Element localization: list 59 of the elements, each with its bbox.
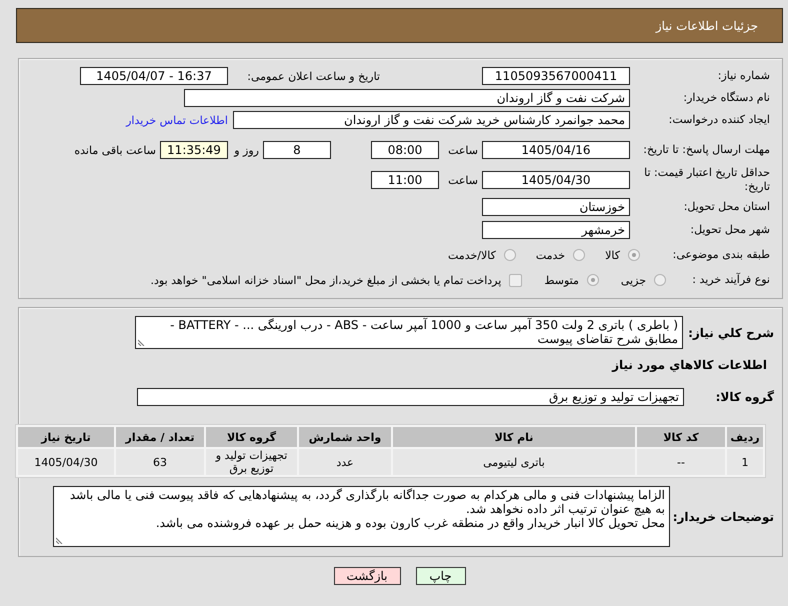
column-header: تاریخ نیاز <box>18 427 114 447</box>
field-label: طبقه بندی موضوعی: <box>672 248 770 262</box>
buyer-name-field[interactable]: شرکت نفت و گاز اروندان <box>184 89 630 107</box>
column-header: تعداد / مقدار <box>116 427 204 447</box>
table-cell: -- <box>637 449 725 475</box>
date-field[interactable]: 1405/04/30 <box>482 171 630 189</box>
column-header: کد کالا <box>637 427 725 447</box>
option-label: خدمت <box>536 248 566 262</box>
province-field[interactable]: خوزستان <box>482 198 630 216</box>
action-button[interactable]: بازگشت <box>334 567 400 585</box>
option-label: جزیی <box>620 274 646 286</box>
field-label: شهر محل تحویل: <box>689 223 770 237</box>
field-label: شرح کلي نیاز: <box>687 326 774 340</box>
field-label: گروه کالا: <box>714 390 774 404</box>
table-cell: تجهیزات تولید و توزیع برق <box>206 449 297 475</box>
requester-field[interactable]: محمد جوانمرد کارشناس خرید شرکت نفت و گاز اروندان <box>233 111 630 129</box>
table-cell: 1 <box>727 449 763 475</box>
need-number-field[interactable]: 1105093567000411 <box>482 67 630 85</box>
field-label: ساعت <box>447 144 478 156</box>
field-label: نام دستگاه خریدار: <box>682 91 770 105</box>
column-header: ردیف <box>727 427 763 447</box>
field-label: ساعت باقی مانده <box>74 144 156 156</box>
option-label: کالا <box>605 248 620 262</box>
days-field[interactable]: 8 <box>263 141 331 159</box>
description-field[interactable]: ( باطری ) باتری 2 ولت 350 آمپر ساعت و 1000 آمپر ساعت - ABS - درب اورینگی ... - BATTERY - مطابق شرح تقاضای پیوست <box>135 316 683 349</box>
goods-group-field[interactable]: تجهیزات تولید و توزیع برق <box>137 388 684 406</box>
time-field[interactable]: 11:00 <box>371 171 439 189</box>
date-field[interactable]: 1405/04/16 <box>482 141 630 159</box>
time-field[interactable]: 08:00 <box>371 141 439 159</box>
column-header: واحد شمارش <box>299 427 391 447</box>
field-label: ایجاد کننده درخواست: <box>668 113 770 127</box>
action-button[interactable]: چاپ <box>416 567 466 585</box>
field-label: مهلت ارسال پاسخ: تا تاریخ: <box>642 143 770 157</box>
field-label: توضیحات خریدار: <box>672 510 774 524</box>
table-cell: باتری لیتیومی <box>393 449 635 475</box>
field-label: نوع فرآیند خرید : <box>691 273 770 287</box>
field-label: روز و <box>232 144 259 156</box>
column-header: نام کالا <box>393 427 635 447</box>
contact-link[interactable]: اطلاعات تماس خریدار <box>126 114 228 126</box>
page-title: جزئیات اطلاعات نیاز <box>656 18 758 32</box>
countdown-field[interactable]: 11:35:49 <box>160 141 228 159</box>
section-title: اطلاعات کالاهاي مورد نیاز <box>612 358 767 372</box>
field-label: استان محل تحویل: <box>682 200 770 214</box>
field-label: حداقل تاریخ اعتبار قیمت: تا تاریخ: <box>643 166 770 194</box>
table-cell: عدد <box>299 449 391 475</box>
resize-grip-icon <box>56 537 63 544</box>
field-label: تاریخ و ساعت اعلان عمومی: <box>246 70 380 82</box>
resize-grip-icon <box>138 339 145 346</box>
option-label: کالا/خدمت <box>448 248 496 262</box>
option-label: متوسط <box>544 274 579 286</box>
table-cell: 63 <box>116 449 204 475</box>
city-field[interactable]: خرمشهر <box>482 221 630 239</box>
column-header: گروه کالا <box>206 427 297 447</box>
date-time-field[interactable]: 1405/04/07 - 16:37 <box>80 67 228 85</box>
field-label: شماره نیاز: <box>716 69 770 83</box>
notes-field[interactable]: الزاما پیشنهادات فنی و مالی هرکدام به صورت جداگانه بارگذاری گردد، به پیشنهادهایی که فاقد پیوست فنی یا مالی باشد به هیچ عنوان ترتیب اثر داده نخواهد شد. محل تحویل کالا انبار خریدار واقع در منطقه غرب کارون بوده و هزینه حمل بر عهده فروشنده می باشد. <box>53 486 670 547</box>
field-label: ساعت <box>447 174 478 186</box>
checkbox-label: پرداخت تمام یا بخشی از مبلغ خرید،از محل "اسناد خزانه اسلامی" خواهد بود. <box>150 274 502 286</box>
table-cell: 1405/04/30 <box>18 449 114 475</box>
